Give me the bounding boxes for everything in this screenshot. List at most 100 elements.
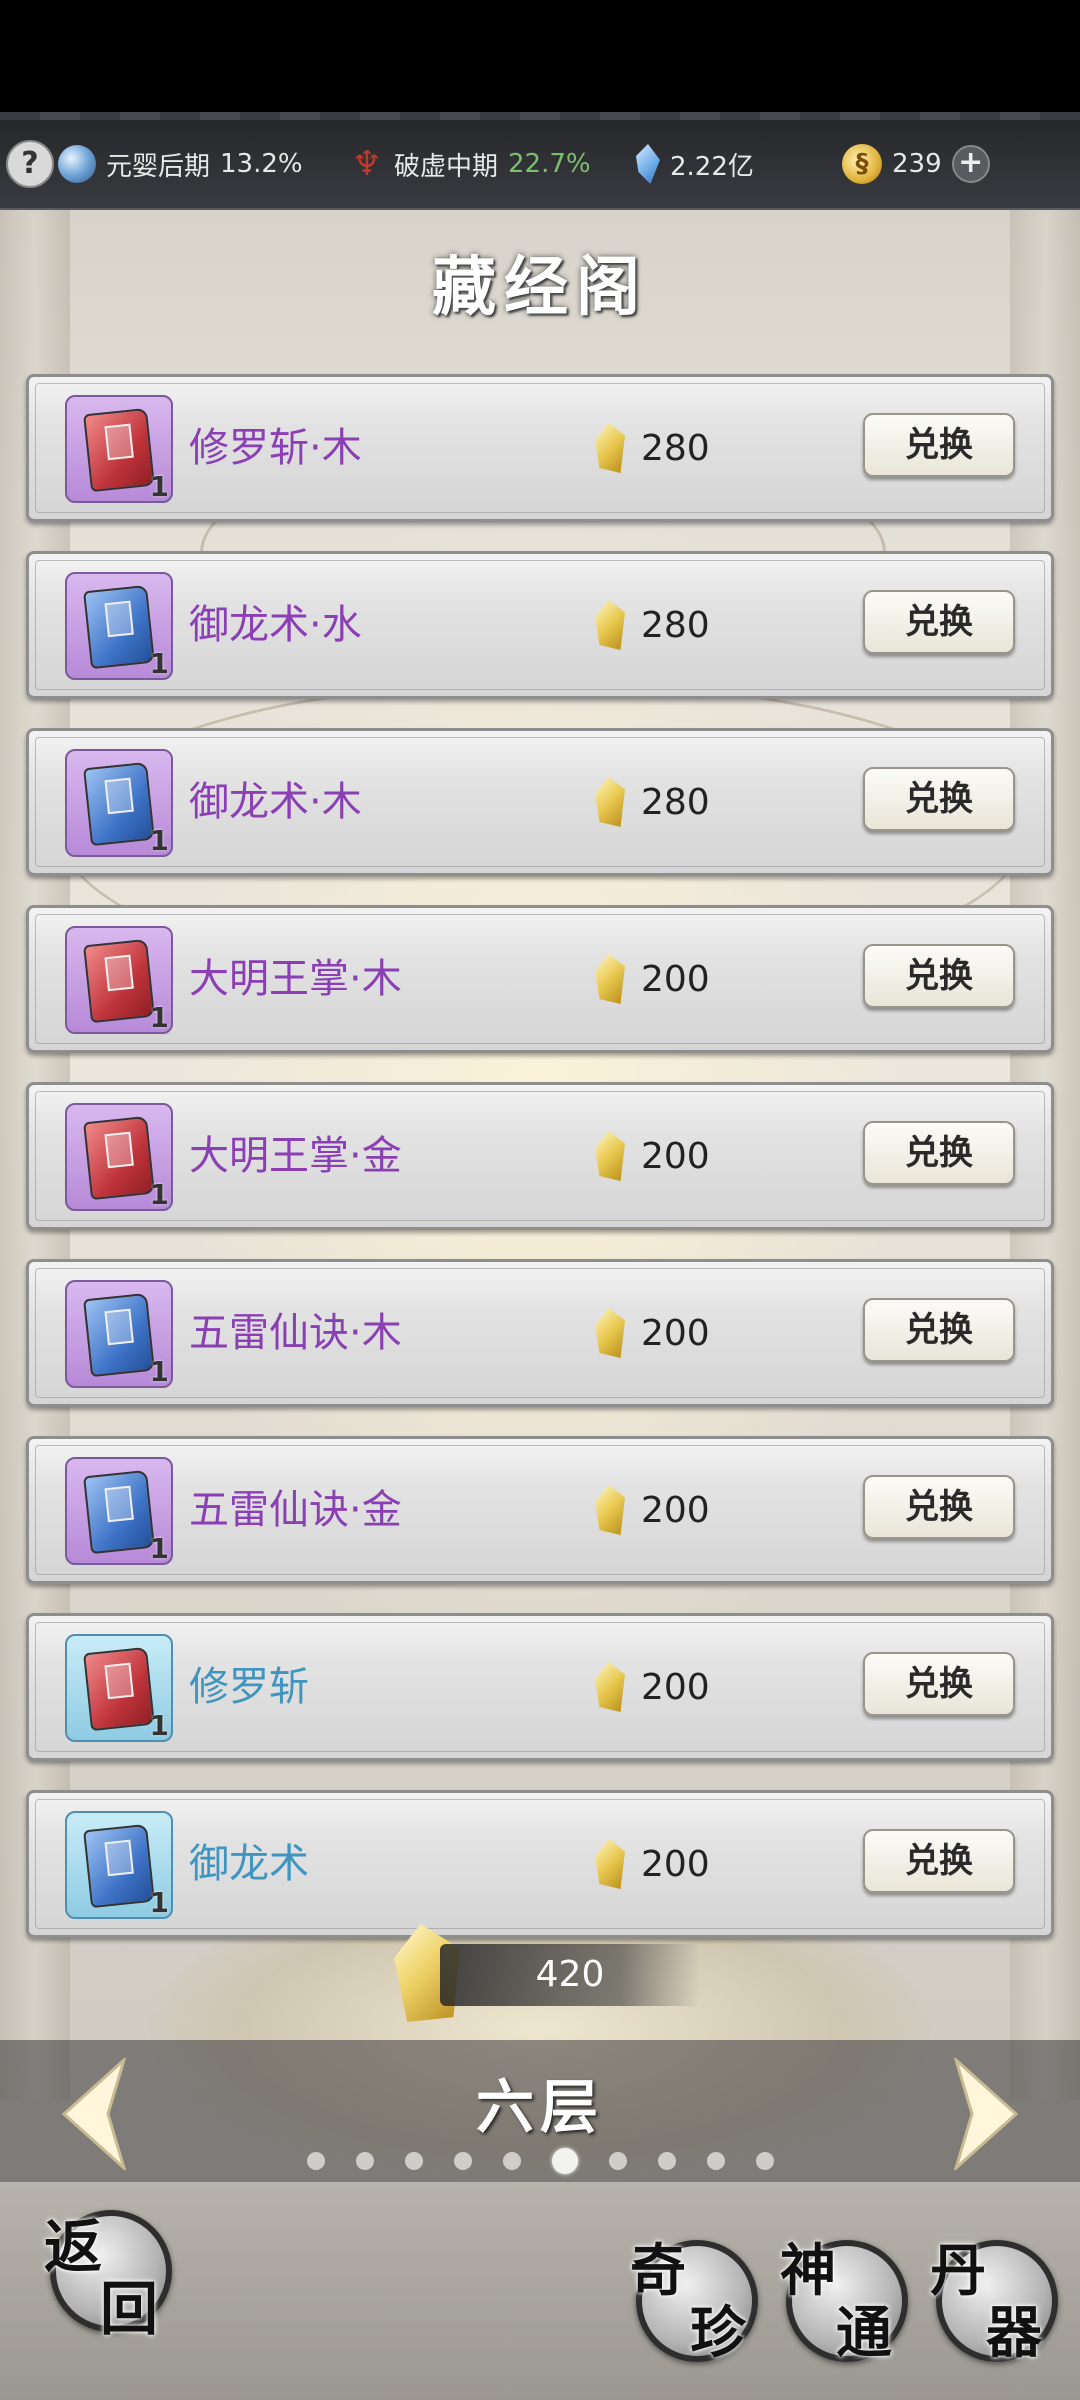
item-thumbnail[interactable]: 1 [65, 1103, 173, 1211]
stage-stat: ♆ 破虚中期 22.7% [350, 120, 591, 208]
currency-balance: 420 [440, 1944, 700, 2006]
skill-book-icon [83, 584, 155, 670]
item-quantity: 1 [149, 824, 169, 857]
page-dot[interactable] [706, 2152, 725, 2170]
yin-yang-orb-icon [58, 145, 96, 183]
item-thumbnail[interactable]: 1 [65, 926, 173, 1034]
skills-label-top: 神 [780, 2238, 836, 2304]
page-dot-active[interactable] [551, 2148, 578, 2174]
help-icon[interactable]: ? [6, 140, 54, 188]
item-price: 200 [595, 1793, 710, 1935]
realm-percent: 13.2% [220, 149, 303, 179]
topbar-ornament [0, 112, 1080, 120]
gold-crystal-icon [595, 423, 625, 473]
item-price-value: 200 [641, 1489, 710, 1531]
page-dot[interactable] [657, 2152, 676, 2170]
gold-crystal-icon [595, 1839, 625, 1889]
blue-crystal-icon [636, 144, 660, 184]
item-thumbnail[interactable]: 1 [65, 1457, 173, 1565]
skill-book-icon [83, 1469, 155, 1555]
exchange-item-row: 1 御龙术·水 280 兑换 [26, 551, 1054, 699]
stage-percent: 22.7% [508, 149, 591, 179]
item-quantity: 1 [149, 647, 169, 680]
item-thumbnail[interactable]: 1 [65, 572, 173, 680]
exchange-button[interactable]: 兑换 [863, 944, 1015, 1008]
realm-label: 元婴后期 [106, 151, 211, 182]
item-quantity: 1 [149, 1178, 169, 1211]
gold-crystal-icon [595, 1131, 625, 1181]
exchange-item-row: 1 五雷仙诀·木 200 兑换 [26, 1259, 1054, 1407]
floor-label: 六层 [475, 2073, 604, 2141]
artifacts-label-top: 丹 [930, 2238, 986, 2304]
item-name: 御龙术 [189, 1841, 309, 1887]
item-price: 200 [595, 1085, 710, 1227]
item-name: 御龙术·木 [189, 779, 362, 825]
page-dot[interactable] [608, 2152, 627, 2170]
exchange-item-row: 1 大明王掌·木 200 兑换 [26, 905, 1054, 1053]
item-name: 修罗斩·木 [189, 425, 362, 471]
exchange-item-row: 1 御龙术·木 280 兑换 [26, 728, 1054, 876]
exchange-button[interactable]: 兑换 [863, 590, 1015, 654]
back-label-top: 返 [44, 2213, 103, 2281]
item-price: 280 [595, 377, 710, 519]
item-price: 200 [595, 908, 710, 1050]
item-price-value: 200 [641, 1666, 710, 1708]
skill-book-icon [83, 1115, 155, 1201]
page-dot[interactable] [755, 2152, 774, 2170]
item-quantity: 1 [149, 1532, 169, 1565]
item-thumbnail[interactable]: 1 [65, 1634, 173, 1742]
gold-crystal-icon [595, 1662, 625, 1712]
device-status-bar [0, 0, 1080, 120]
item-price-value: 200 [641, 958, 710, 1000]
stage-label: 破虚中期 [394, 151, 499, 182]
exchange-button[interactable]: 兑换 [863, 1475, 1015, 1539]
item-name: 五雷仙诀·木 [189, 1310, 402, 1356]
item-name: 修罗斩 [189, 1664, 309, 1710]
exchange-item-row: 1 御龙术 200 兑换 [26, 1790, 1054, 1938]
spirit-stone-stat: 2.22亿 [636, 120, 754, 208]
item-price-value: 280 [641, 604, 710, 646]
skill-book-icon [83, 1646, 155, 1732]
page-dot[interactable] [355, 2152, 374, 2170]
gold-crystal-icon [595, 600, 625, 650]
item-thumbnail[interactable]: 1 [65, 749, 173, 857]
artifacts-label-bottom: 器 [986, 2300, 1042, 2366]
item-price: 200 [595, 1616, 710, 1758]
back-label-bottom: 回 [100, 2275, 159, 2343]
exchange-button[interactable]: 兑换 [863, 767, 1015, 831]
add-gold-button[interactable]: + [951, 145, 990, 183]
exchange-item-row: 1 五雷仙诀·金 200 兑换 [26, 1436, 1054, 1584]
gold-stat: § 239 + [842, 120, 990, 208]
exchange-button[interactable]: 兑换 [863, 413, 1015, 477]
exchange-button[interactable]: 兑换 [863, 1829, 1015, 1893]
page-dot[interactable] [306, 2152, 325, 2170]
item-quantity: 1 [149, 470, 169, 503]
exchange-button[interactable]: 兑换 [863, 1121, 1015, 1185]
item-price: 200 [595, 1262, 710, 1404]
page-dot[interactable] [404, 2152, 423, 2170]
skill-book-icon [83, 938, 155, 1024]
gold-coin-icon: § [842, 144, 882, 184]
exchange-button[interactable]: 兑换 [863, 1298, 1015, 1362]
item-price-value: 280 [641, 427, 710, 469]
item-price-value: 200 [641, 1312, 710, 1354]
item-thumbnail[interactable]: 1 [65, 1280, 173, 1388]
treasure-label-top: 奇 [630, 2238, 686, 2304]
skill-book-icon [83, 761, 155, 847]
item-quantity: 1 [149, 1001, 169, 1034]
item-quantity: 1 [149, 1886, 169, 1919]
item-price: 200 [595, 1439, 710, 1581]
item-price-value: 280 [641, 781, 710, 823]
gold-crystal-icon [595, 777, 625, 827]
item-name: 御龙术·水 [189, 602, 362, 648]
item-thumbnail[interactable]: 1 [65, 395, 173, 503]
page-dot[interactable] [502, 2152, 521, 2170]
spirit-stone-amount: 2.22亿 [670, 151, 754, 182]
trident-icon: ♆ [351, 144, 383, 184]
item-thumbnail[interactable]: 1 [65, 1811, 173, 1919]
exchange-list: 1 修罗斩·木 280 兑换 1 御龙术·水 280 兑换 1 御龙术·木 280 兑换 1 大明王掌·木… [26, 374, 1054, 1967]
exchange-item-row: 1 修罗斩·木 280 兑换 [26, 374, 1054, 522]
page-dot[interactable] [453, 2152, 472, 2170]
skill-book-icon [83, 407, 155, 493]
exchange-button[interactable]: 兑换 [863, 1652, 1015, 1716]
